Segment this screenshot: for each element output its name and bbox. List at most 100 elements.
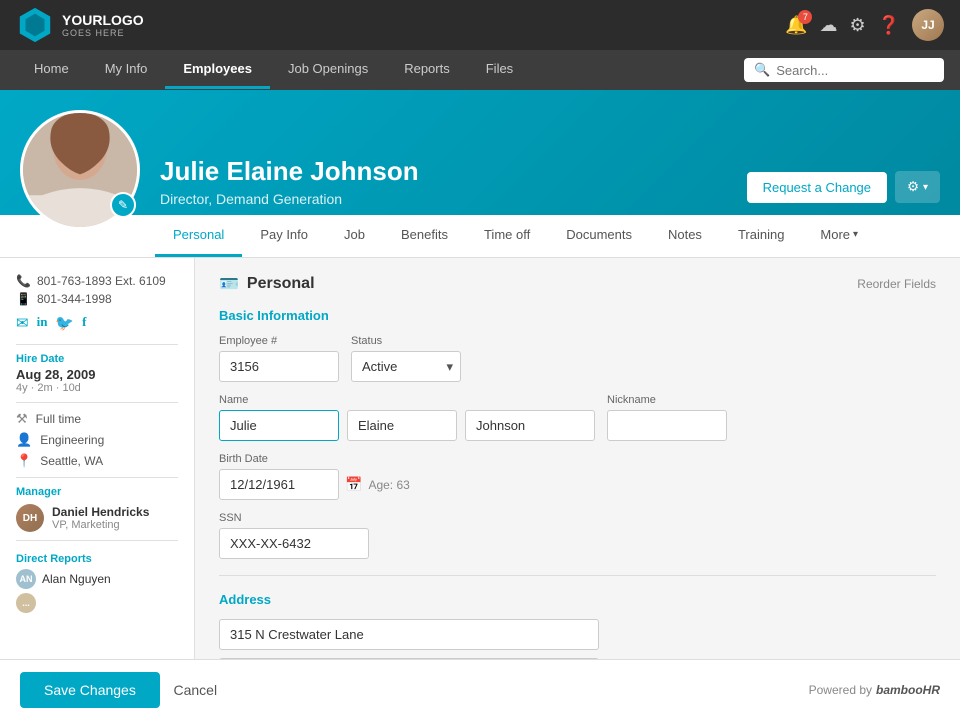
- nav-myinfo[interactable]: My Info: [87, 51, 166, 89]
- hire-duration: 4y · 2m · 10d: [16, 382, 178, 394]
- tab-training[interactable]: Training: [720, 215, 802, 257]
- tabs-bar: Personal Pay Info Job Benefits Time off …: [0, 215, 960, 258]
- profile-header: ✎ Julie Elaine Johnson Director, Demand …: [0, 90, 960, 215]
- first-name-input[interactable]: [219, 410, 339, 441]
- direct-reports-label: Direct Reports: [16, 553, 178, 565]
- age-text: Age: 63: [368, 478, 409, 492]
- search-input[interactable]: [776, 63, 934, 78]
- hire-date-value: Aug 28, 2009: [16, 367, 178, 382]
- nav-files[interactable]: Files: [468, 51, 531, 89]
- birthdate-row: Birth Date 📅 Age: 63: [219, 453, 936, 500]
- employee-num-label: Employee #: [219, 335, 339, 347]
- nav-employees[interactable]: Employees: [165, 51, 270, 89]
- manager-avatar: DH: [16, 504, 44, 532]
- bottom-bar: Save Changes Cancel Powered by bambooHR: [0, 659, 960, 720]
- location-icon: 📍: [16, 453, 32, 469]
- hire-date-label: Hire Date: [16, 353, 178, 365]
- street1-input[interactable]: [219, 619, 599, 650]
- save-changes-button[interactable]: Save Changes: [20, 672, 160, 708]
- status-select[interactable]: Active Inactive: [351, 351, 461, 382]
- status-select-wrap[interactable]: Active Inactive: [351, 351, 461, 382]
- street1-group: [219, 619, 936, 650]
- profile-gear-button[interactable]: ⚙ ▾: [895, 171, 940, 203]
- manager-name: Daniel Hendricks: [52, 505, 149, 519]
- nav-home[interactable]: Home: [16, 51, 87, 89]
- birthdate-input[interactable]: [219, 469, 339, 500]
- sidebar-divider-4: [16, 540, 178, 541]
- tab-timeoff[interactable]: Time off: [466, 215, 548, 257]
- linkedin-icon[interactable]: in: [37, 314, 48, 332]
- nav-reports[interactable]: Reports: [386, 51, 468, 89]
- manager-row: DH Daniel Hendricks VP, Marketing: [16, 504, 178, 532]
- powered-by: Powered by bambooHR: [809, 683, 940, 697]
- tab-personal[interactable]: Personal: [155, 215, 242, 257]
- sidebar-divider-1: [16, 344, 178, 345]
- cloud-icon[interactable]: ☁: [819, 15, 837, 36]
- top-icons: 🔔 7 ☁ ⚙ ❓ JJ: [785, 9, 944, 41]
- employee-num-input[interactable]: [219, 351, 339, 382]
- name-label: Name: [219, 394, 595, 406]
- birthdate-group: Birth Date 📅 Age: 63: [219, 453, 410, 500]
- ssn-input[interactable]: [219, 528, 369, 559]
- birthdate-label: Birth Date: [219, 453, 410, 465]
- bamboohr-logo: bambooHR: [876, 683, 940, 697]
- location-item: 📍 Seattle, WA: [16, 453, 178, 469]
- basic-info-title: Basic Information: [219, 308, 936, 323]
- logo-text: YOURLOGO GOES HERE: [62, 12, 144, 38]
- department-icon: 👤: [16, 432, 32, 448]
- last-name-input[interactable]: [465, 410, 595, 441]
- profile-info: Julie Elaine Johnson Director, Demand Ge…: [160, 156, 727, 215]
- user-avatar[interactable]: JJ: [912, 9, 944, 41]
- status-group: Status Active Inactive: [351, 335, 461, 382]
- manager-title: VP, Marketing: [52, 519, 149, 531]
- request-change-button[interactable]: Request a Change: [747, 172, 887, 203]
- profile-title: Director, Demand Generation: [160, 191, 727, 207]
- logo-icon: [16, 6, 54, 44]
- nickname-label: Nickname: [607, 394, 727, 406]
- tab-more[interactable]: More ▾: [802, 215, 876, 257]
- edit-avatar-button[interactable]: ✎: [110, 192, 136, 218]
- name-group: Name: [219, 394, 595, 441]
- reorder-fields-link[interactable]: Reorder Fields: [857, 277, 936, 291]
- logo-area: YOURLOGO GOES HERE: [16, 6, 144, 44]
- mobile-icon: 📱: [16, 292, 31, 306]
- tab-documents[interactable]: Documents: [548, 215, 650, 257]
- email-icon[interactable]: ✉: [16, 314, 29, 332]
- main-content: 🪪 Personal Reorder Fields Basic Informat…: [195, 258, 960, 701]
- notifications-icon[interactable]: 🔔 7: [785, 15, 807, 36]
- section-title-wrap: 🪪 Personal: [219, 274, 315, 294]
- sidebar: 📞 801-763-1893 Ext. 6109 📱 801-344-1998 …: [0, 258, 195, 701]
- tab-benefits[interactable]: Benefits: [383, 215, 466, 257]
- profile-avatar-wrap: ✎: [20, 110, 140, 230]
- name-row: Name Nickname: [219, 394, 936, 441]
- calendar-icon[interactable]: 📅: [345, 476, 362, 493]
- phone-icon: 📞: [16, 274, 31, 288]
- tab-job[interactable]: Job: [326, 215, 383, 257]
- employment-type-item: ⚒ Full time: [16, 411, 178, 427]
- dr-avatar-2: ...: [16, 593, 36, 613]
- personal-section-icon: 🪪: [219, 274, 239, 294]
- employee-num-group: Employee #: [219, 335, 339, 382]
- sidebar-divider-3: [16, 477, 178, 478]
- cancel-button[interactable]: Cancel: [173, 682, 217, 698]
- profile-name: Julie Elaine Johnson: [160, 156, 727, 187]
- employee-status-row: Employee # Status Active Inactive: [219, 335, 936, 382]
- main-nav: Home My Info Employees Job Openings Repo…: [0, 50, 960, 90]
- nav-jobopenings[interactable]: Job Openings: [270, 51, 386, 89]
- employment-type-icon: ⚒: [16, 411, 28, 427]
- middle-name-input[interactable]: [347, 410, 457, 441]
- search-box[interactable]: 🔍: [744, 58, 944, 82]
- help-icon[interactable]: ❓: [878, 15, 900, 36]
- nickname-input[interactable]: [607, 410, 727, 441]
- manager-label: Manager: [16, 486, 178, 498]
- facebook-icon[interactable]: f: [82, 314, 86, 332]
- tab-payinfo[interactable]: Pay Info: [242, 215, 326, 257]
- nickname-group: Nickname: [607, 394, 727, 441]
- dr-avatar-1: AN: [16, 569, 36, 589]
- ssn-row: SSN: [219, 512, 936, 559]
- section-header: 🪪 Personal Reorder Fields: [219, 274, 936, 294]
- settings-icon[interactable]: ⚙: [849, 15, 865, 36]
- tab-notes[interactable]: Notes: [650, 215, 720, 257]
- sidebar-social-icons: ✉ in 🐦 f: [16, 314, 178, 332]
- twitter-icon[interactable]: 🐦: [55, 314, 74, 332]
